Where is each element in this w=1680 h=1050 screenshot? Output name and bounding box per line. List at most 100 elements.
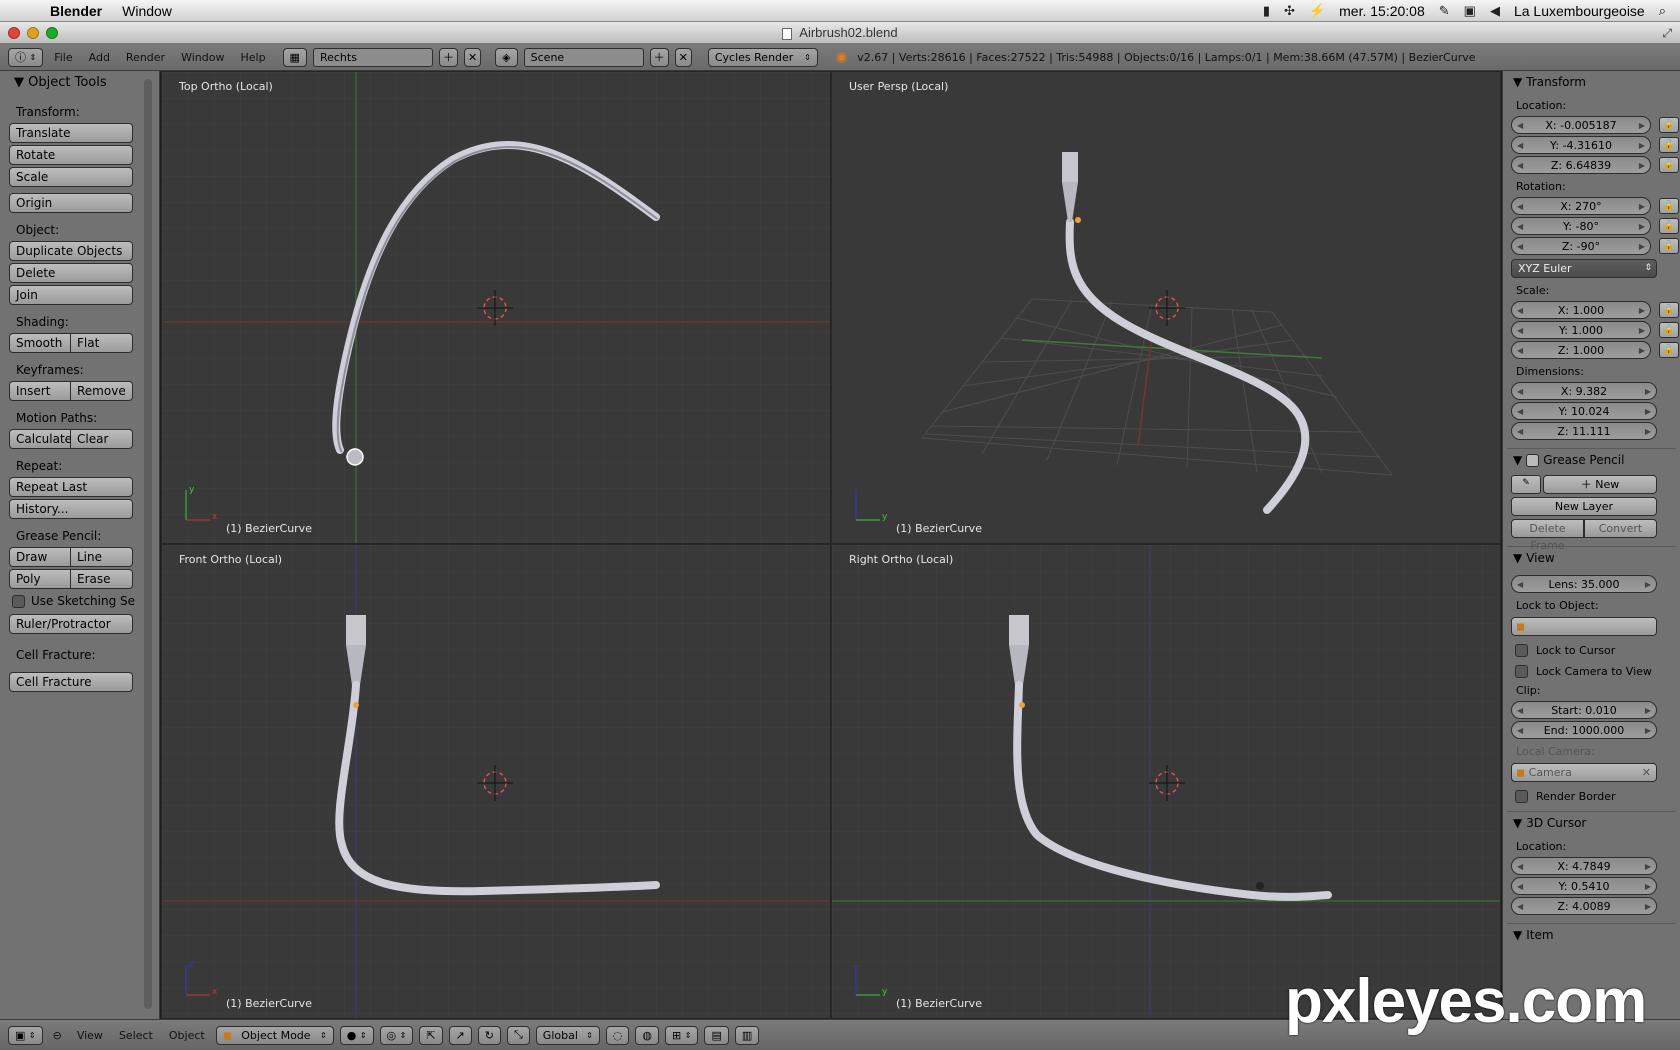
origin-button[interactable]: Origin [9,193,133,213]
proportional-edit-button[interactable]: ◍ [635,1025,660,1045]
minimize-window-button[interactable] [27,27,39,39]
location-label[interactable]: La Luxembourgeoise [1514,3,1645,19]
viewport-shading-dropdown[interactable]: ● ⇕ [339,1025,374,1045]
zoom-window-button[interactable] [46,27,58,39]
lens-field[interactable]: ◀ Lens: 35.000 ▶ [1511,575,1657,593]
lock-icon[interactable]: 🔓 [1659,302,1679,318]
render-border-checkbox[interactable] [1515,790,1528,803]
volume-icon[interactable]: ◀ [1490,3,1500,19]
viewport-right-ortho[interactable]: y Right Ortho (Local) (1) BezierCurve [831,544,1501,1019]
manipulator-toggle[interactable]: ⇱ [419,1025,443,1045]
lock-icon[interactable]: 🔓 [1659,342,1679,358]
history-button[interactable]: History... [9,499,133,519]
scale-button[interactable]: Scale [9,167,133,187]
delete-button[interactable]: Delete [9,263,133,283]
gp-erase-button[interactable]: Erase [71,569,133,589]
sync-icon[interactable]: ⚡ [1309,3,1325,19]
fullscreen-icon[interactable]: ⤢ [1662,22,1672,44]
lock-object-field[interactable]: ◼ [1511,617,1657,636]
grease-pencil-checkbox[interactable] [1526,453,1540,467]
cell-fracture-button[interactable]: Cell Fracture [9,672,133,692]
lock-icon[interactable]: 🔓 [1659,322,1679,338]
scale-x-field[interactable]: ◀ X: 1.000 ▶ [1511,301,1651,319]
cursor-z-field[interactable]: ◀ Z: 4.0089 ▶ [1511,897,1657,915]
menu-add[interactable]: Add [84,51,115,64]
battery-icon[interactable]: ▮ [1263,3,1270,19]
viewport-top-ortho[interactable]: yx Top Ortho (Local) (1) BezierCurve [161,71,831,544]
keyboard-icon[interactable]: ▣ [1464,3,1476,19]
window-menu[interactable]: Window [112,3,182,19]
flat-button[interactable]: Flat [71,333,133,353]
close-icon[interactable]: ✕ [1642,764,1651,781]
menu-render[interactable]: Render [121,51,170,64]
dimension-y-field[interactable]: ◀ Y: 10.024 ▶ [1511,402,1657,420]
transform-orientation-dropdown[interactable]: Global ⇕ [535,1025,600,1045]
spotlight-search-icon[interactable]: ⌕ [1659,3,1666,19]
add-scene-button[interactable]: ＋ [649,47,669,67]
render-animation-button[interactable]: ▥ [734,1025,760,1045]
rotation-mode-dropdown[interactable]: XYZ Euler ⇕ [1511,259,1657,278]
location-x-field[interactable]: ◀ X: -0.005187 ▶ [1511,116,1651,134]
pen-icon[interactable]: ✎ [1439,3,1450,19]
layers-button[interactable]: ◌ [605,1025,630,1045]
menu-object[interactable]: Object [164,1029,210,1042]
rotate-button[interactable]: Rotate [9,145,133,165]
tool-shelf-scrollbar[interactable] [144,79,152,1009]
rotation-x-field[interactable]: ◀ X: 270° ▶ [1511,197,1651,215]
repeat-last-button[interactable]: Repeat Last [9,477,133,497]
menu-window[interactable]: Window [176,51,229,64]
join-button[interactable]: Join [9,285,133,305]
render-opengl-button[interactable]: ▤ [704,1025,729,1045]
scale-z-field[interactable]: ◀ Z: 1.000 ▶ [1511,341,1651,359]
viewport-front-ortho[interactable]: xz Front Ortho (Local) (1) BezierCurve [161,544,831,1019]
convert-button[interactable]: Convert [1584,519,1657,538]
smooth-button[interactable]: Smooth [9,333,71,353]
gp-draw-button[interactable]: Draw [9,547,71,567]
grease-pencil-panel-header[interactable]: ▼ Grease Pencil [1503,449,1680,471]
insert-keyframe-button[interactable]: Insert [9,381,71,401]
menu-view[interactable]: View [72,1029,108,1042]
object-mode-dropdown[interactable]: ◼ Object Mode ⇕ [215,1025,334,1045]
local-camera-field[interactable]: ◼ Camera ✕ [1511,763,1657,782]
snap-button[interactable]: ⊞ ⇕ [665,1025,699,1045]
translate-button[interactable]: Translate [9,123,133,143]
remove-scene-button[interactable]: ✕ [674,47,692,67]
pivot-point-dropdown[interactable]: ◎ ⇕ [379,1025,414,1045]
item-panel-header[interactable]: ▼ Item [1503,924,1680,946]
lock-to-cursor-checkbox[interactable] [1515,644,1528,657]
clock[interactable]: mer. 15:20:08 [1339,3,1425,19]
lock-icon[interactable]: 🔓 [1659,157,1679,173]
remove-layout-button[interactable]: ✕ [463,47,482,67]
location-y-field[interactable]: ◀ Y: -4.31610 ▶ [1511,136,1651,154]
screen-layout-field[interactable]: Rechts [312,47,433,67]
clip-start-field[interactable]: ◀ Start: 0.010 ▶ [1511,701,1657,719]
header-toggle-icon[interactable]: ⊖ [49,1029,66,1042]
translate-manipulator-button[interactable]: ↗ [448,1025,472,1045]
cursor-y-field[interactable]: ◀ Y: 0.5410 ▶ [1511,877,1657,895]
clip-end-field[interactable]: ◀ End: 1000.000 ▶ [1511,721,1657,739]
new-layer-button[interactable]: New Layer [1511,497,1657,516]
3d-cursor-panel-header[interactable]: ▼ 3D Cursor [1503,812,1680,834]
scene-field[interactable]: Scene [523,47,644,67]
dimension-z-field[interactable]: ◀ Z: 11.111 ▶ [1511,422,1657,440]
editor-type-3d-button[interactable]: ▣ ⇕ [8,1025,43,1045]
gp-line-button[interactable]: Line [71,547,133,567]
render-engine-dropdown[interactable]: Cycles Render ⇕ [707,47,818,67]
sketching-checkbox[interactable] [12,594,25,608]
close-window-button[interactable] [8,27,20,39]
duplicate-objects-button[interactable]: Duplicate Objects [9,241,133,261]
clear-paths-button[interactable]: Clear [71,429,133,449]
pencil-icon[interactable]: ✎ [1511,475,1541,494]
scale-manipulator-button[interactable]: ⤡ [506,1025,530,1045]
cursor-x-field[interactable]: ◀ X: 4.7849 ▶ [1511,857,1657,875]
lock-icon[interactable]: 🔓 [1659,137,1679,153]
scale-y-field[interactable]: ◀ Y: 1.000 ▶ [1511,321,1651,339]
menu-help[interactable]: Help [235,51,270,64]
rotation-z-field[interactable]: ◀ Z: -90° ▶ [1511,237,1651,255]
rotate-manipulator-button[interactable]: ↻ [477,1025,501,1045]
rotation-y-field[interactable]: ◀ Y: -80° ▶ [1511,217,1651,235]
app-menu[interactable]: Blender [40,3,112,19]
new-grease-pencil-button[interactable]: ＋ New [1543,475,1657,494]
menu-file[interactable]: File [49,51,77,64]
lock-camera-checkbox[interactable] [1515,665,1528,678]
